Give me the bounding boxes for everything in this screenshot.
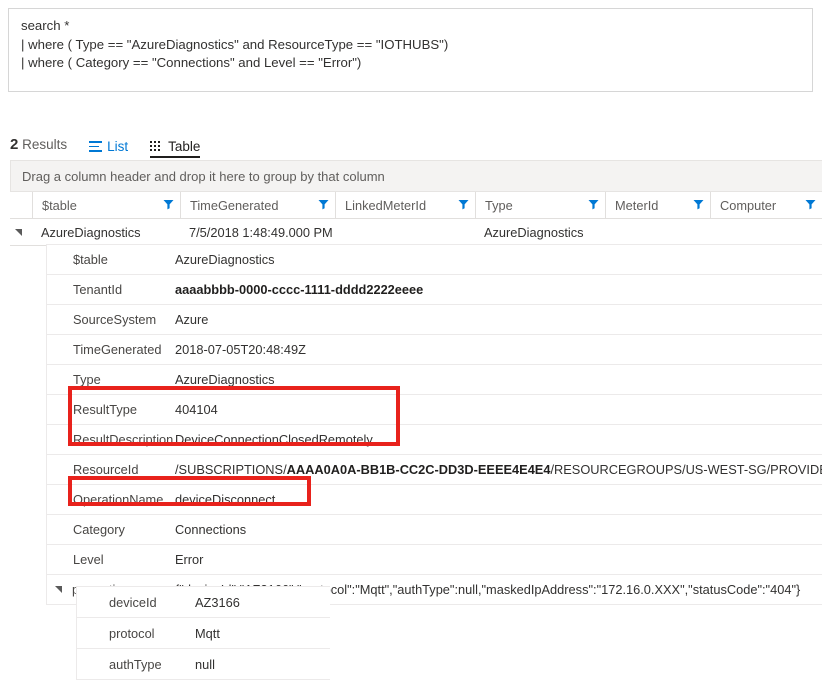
detail-field-name: $table bbox=[47, 252, 175, 267]
detail-field-name: ResultDescription bbox=[47, 432, 175, 447]
detail-row-table: $tableAzureDiagnostics bbox=[47, 245, 822, 275]
properties-detail-table: deviceIdAZ3166protocolMqttauthTypenull bbox=[76, 586, 330, 680]
detail-row-resulttype: ResultType404104 bbox=[47, 395, 822, 425]
column-header-label: LinkedMeterId bbox=[345, 198, 426, 213]
detail-field-name: TimeGenerated bbox=[47, 342, 175, 357]
filter-icon bbox=[163, 199, 174, 210]
column-filter-button-table[interactable] bbox=[163, 198, 174, 213]
detail-row-type: TypeAzureDiagnostics bbox=[47, 365, 822, 395]
property-row-deviceid: deviceIdAZ3166 bbox=[77, 587, 330, 618]
property-value: null bbox=[195, 657, 215, 672]
cell-time_generated: 7/5/2018 1:48:49.000 PM bbox=[180, 225, 335, 240]
detail-field-name: ResultType bbox=[47, 402, 175, 417]
detail-field-name: Category bbox=[47, 522, 175, 537]
query-line-2: | where ( Type == "AzureDiagnostics" and… bbox=[21, 36, 802, 55]
cell-type: AzureDiagnostics bbox=[475, 225, 605, 240]
column-header-computer[interactable]: Computer bbox=[710, 192, 822, 218]
detail-field-name: Level bbox=[47, 552, 175, 567]
query-line-3: | where ( Category == "Connections" and … bbox=[21, 54, 802, 73]
list-icon bbox=[89, 141, 102, 152]
detail-field-value: 2018-07-05T20:48:49Z bbox=[175, 342, 822, 357]
results-grid: $table TimeGenerated LinkedMeterId Type Mete… bbox=[10, 192, 822, 246]
grid-header-row: $table TimeGenerated LinkedMeterId Type Mete… bbox=[10, 192, 822, 219]
detail-field-name: Type bbox=[47, 372, 175, 387]
column-header-label: Type bbox=[485, 198, 513, 213]
row-expander[interactable] bbox=[10, 229, 32, 236]
filter-icon bbox=[693, 199, 704, 210]
results-count: 2 Results bbox=[10, 136, 67, 158]
column-header-meterid[interactable]: MeterId bbox=[605, 192, 710, 218]
grid-header-expander-spacer bbox=[10, 192, 32, 218]
filter-icon bbox=[805, 199, 816, 210]
results-toolbar: 2 Results List Table bbox=[0, 126, 822, 158]
results-count-label: Results bbox=[18, 137, 67, 152]
detail-field-value: Connections bbox=[175, 522, 822, 537]
column-filter-button-timegenerated[interactable] bbox=[318, 198, 329, 213]
detail-field-value: AzureDiagnostics bbox=[175, 372, 822, 387]
filter-icon bbox=[318, 199, 329, 210]
tab-table-label: Table bbox=[168, 139, 200, 154]
column-filter-button-linkedmeterid[interactable] bbox=[458, 198, 469, 213]
cell-table: AzureDiagnostics bbox=[32, 225, 180, 240]
filter-icon bbox=[588, 199, 599, 210]
record-detail-table: $tableAzureDiagnosticsTenantIdaaaabbbb-0… bbox=[46, 244, 822, 605]
column-header-timegenerated[interactable]: TimeGenerated bbox=[180, 192, 335, 218]
group-by-hint-text: Drag a column header and drop it here to… bbox=[22, 169, 385, 184]
detail-field-value: Error bbox=[175, 552, 822, 567]
property-row-protocol: protocolMqtt bbox=[77, 618, 330, 649]
detail-field-value: aaaabbbb-0000-cccc-1111-dddd2222eeee bbox=[175, 282, 822, 297]
detail-row-tenantid: TenantIdaaaabbbb-0000-cccc-1111-dddd2222… bbox=[47, 275, 822, 305]
column-filter-button-meterid[interactable] bbox=[693, 198, 704, 213]
detail-row-resultdescription: ResultDescriptionDeviceConnectionClosedR… bbox=[47, 425, 822, 455]
detail-row-sourcesystem: SourceSystemAzure bbox=[47, 305, 822, 335]
property-name: protocol bbox=[77, 626, 195, 641]
column-filter-button-type[interactable] bbox=[588, 198, 599, 213]
property-name: deviceId bbox=[77, 595, 195, 610]
detail-field-value: 404104 bbox=[175, 402, 822, 417]
column-header-label: TimeGenerated bbox=[190, 198, 278, 213]
property-value: Mqtt bbox=[195, 626, 220, 641]
detail-field-name: ResourceId bbox=[47, 462, 175, 477]
property-value: AZ3166 bbox=[195, 595, 240, 610]
table-row[interactable]: AzureDiagnostics7/5/2018 1:48:49.000 PMA… bbox=[10, 219, 822, 246]
column-header-type[interactable]: Type bbox=[475, 192, 605, 218]
property-row-authtype: authTypenull bbox=[77, 649, 330, 680]
detail-row-timegenerated: TimeGenerated2018-07-05T20:48:49Z bbox=[47, 335, 822, 365]
table-icon bbox=[150, 141, 163, 152]
detail-field-name: SourceSystem bbox=[47, 312, 175, 327]
group-by-drop-area[interactable]: Drag a column header and drop it here to… bbox=[10, 160, 822, 192]
column-filter-button-computer[interactable] bbox=[805, 198, 816, 213]
detail-field-value: DeviceConnectionClosedRemotely bbox=[175, 432, 822, 447]
filter-icon bbox=[458, 199, 469, 210]
column-header-label: MeterId bbox=[615, 198, 658, 213]
detail-field-value: AzureDiagnostics bbox=[175, 252, 822, 267]
query-editor[interactable]: search * | where ( Type == "AzureDiagnos… bbox=[8, 8, 813, 92]
detail-row-resourceid: ResourceId/SUBSCRIPTIONS/AAAA0A0A-BB1B-C… bbox=[47, 455, 822, 485]
property-name: authType bbox=[77, 657, 195, 672]
column-header-label: Computer bbox=[720, 198, 776, 213]
detail-field-value: /SUBSCRIPTIONS/AAAA0A0A-BB1B-CC2C-DD3D-E… bbox=[175, 462, 822, 477]
detail-row-category: CategoryConnections bbox=[47, 515, 822, 545]
detail-row-operationname: OperationNamedeviceDisconnect bbox=[47, 485, 822, 515]
detail-field-value: deviceDisconnect bbox=[175, 492, 822, 507]
column-header-label: $table bbox=[42, 198, 77, 213]
tab-table[interactable]: Table bbox=[150, 139, 200, 158]
chevron-expanded-icon[interactable] bbox=[15, 229, 22, 236]
detail-row-level: LevelError bbox=[47, 545, 822, 575]
detail-field-name: OperationName bbox=[47, 492, 175, 507]
tab-list[interactable]: List bbox=[89, 139, 128, 158]
column-header-linkedmeterid[interactable]: LinkedMeterId bbox=[335, 192, 475, 218]
tab-list-label: List bbox=[107, 139, 128, 154]
chevron-expanded-icon[interactable] bbox=[55, 586, 62, 593]
detail-field-value: Azure bbox=[175, 312, 822, 327]
column-header-table[interactable]: $table bbox=[32, 192, 180, 218]
query-line-1: search * bbox=[21, 17, 802, 36]
detail-field-name: TenantId bbox=[47, 282, 175, 297]
